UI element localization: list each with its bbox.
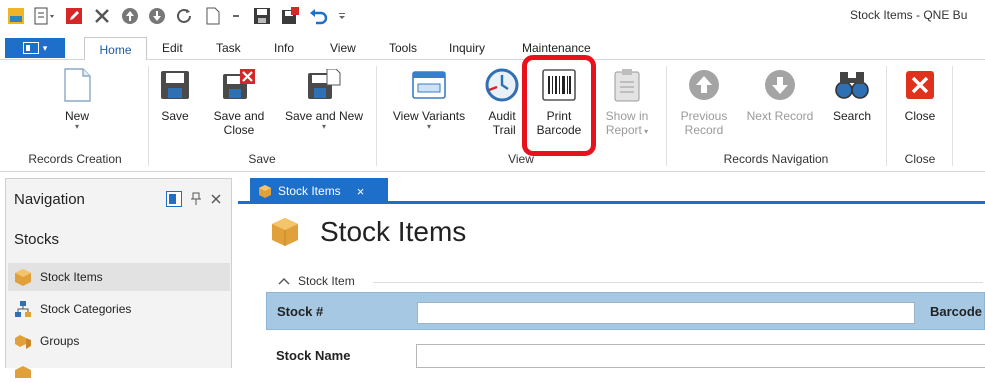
print-barcode-highlight (522, 55, 596, 156)
stock-name-label: Stock Name (276, 348, 351, 363)
dropdown-icon[interactable] (229, 5, 243, 27)
tab-tools[interactable]: Tools (389, 41, 417, 55)
document-icon[interactable] (32, 5, 56, 27)
quick-access-toolbar: Stock Items - QNE Bu (0, 0, 985, 32)
save-new-dropdown-icon: ▾ (321, 122, 326, 131)
close-button[interactable]: Close (898, 68, 942, 123)
save-and-new-button[interactable]: Save and New ▾ (280, 68, 368, 131)
section-divider (373, 282, 983, 283)
refresh-icon[interactable] (174, 5, 196, 27)
undo-icon[interactable] (308, 5, 330, 27)
app-menu-button[interactable]: ▾ (5, 38, 65, 58)
box-icon (272, 218, 298, 246)
navigation-section-stocks: Stocks (14, 231, 60, 248)
group-separator (952, 66, 953, 166)
group-label-close: Close (904, 152, 936, 166)
tab-inquiry[interactable]: Inquiry (449, 41, 485, 55)
groups-icon (15, 335, 31, 349)
group-label-save: Save (248, 152, 276, 166)
save-close-icon (222, 68, 256, 102)
group-label-records-creation: Records Creation (28, 152, 122, 166)
save-icon[interactable] (252, 5, 272, 27)
tab-maintenance[interactable]: Maintenance (522, 41, 591, 55)
ribbon: New ▾ Save Save and Close Save and New ▾ … (0, 60, 985, 172)
document-area: Stock Items × Stock Items Stock Item Sto… (238, 178, 985, 368)
tab-view[interactable]: View (330, 41, 356, 55)
tab-info[interactable]: Info (274, 41, 294, 55)
hierarchy-icon (15, 301, 31, 317)
stock-no-input[interactable] (417, 302, 915, 324)
tab-task[interactable]: Task (216, 41, 241, 55)
close-icon (903, 68, 937, 102)
customize-qat-icon[interactable] (335, 5, 349, 27)
pane-layout-icon[interactable] (166, 191, 182, 210)
previous-record-button[interactable]: Previous Record (676, 68, 732, 137)
navigation-title: Navigation (14, 191, 85, 208)
next-arrow-icon (763, 68, 797, 102)
stock-name-row: Stock Name (266, 338, 985, 368)
view-variants-dropdown-icon: ▾ (426, 122, 431, 131)
group-separator (666, 66, 667, 166)
view-variants-icon (412, 68, 446, 102)
save-icon (158, 68, 192, 102)
group-separator (148, 66, 149, 166)
down-icon[interactable] (147, 5, 167, 27)
save-and-close-button[interactable]: Save and Close (208, 68, 270, 137)
document-tab-strip: Stock Items × (238, 178, 985, 204)
up-icon[interactable] (120, 5, 140, 27)
nav-item-stock-categories[interactable]: Stock Categories (8, 295, 230, 323)
save-new-icon (307, 68, 341, 102)
navigation-controls (166, 191, 222, 210)
new-button[interactable]: New ▾ (58, 68, 96, 131)
chevron-up-icon (278, 278, 290, 285)
group-label-records-navigation: Records Navigation (723, 152, 829, 166)
view-variants-button[interactable]: View Variants ▾ (386, 68, 472, 131)
close-icon[interactable] (92, 5, 112, 27)
audit-trail-icon (485, 68, 519, 102)
tab-edit[interactable]: Edit (162, 41, 183, 55)
group-separator (886, 66, 887, 166)
ribbon-tab-strip: ▾ Home Edit Task Info View Tools Inquiry… (0, 32, 985, 61)
audit-trail-button[interactable]: Audit Trail (482, 68, 522, 137)
app-logo-icon (6, 5, 26, 27)
box-icon (15, 269, 31, 286)
tab-close-icon[interactable]: × (357, 184, 365, 199)
save-close-icon[interactable] (280, 5, 300, 27)
nav-item-groups[interactable]: Groups (8, 327, 230, 355)
stock-name-input[interactable] (416, 344, 985, 368)
previous-arrow-icon (687, 68, 721, 102)
tab-home[interactable]: Home (84, 37, 147, 61)
nav-item-stock-items[interactable]: Stock Items (8, 263, 230, 291)
edit-icon[interactable] (64, 5, 84, 27)
document-tab-stock-items[interactable]: Stock Items × (250, 178, 388, 204)
page-title: Stock Items (270, 216, 466, 248)
section-stock-item[interactable]: Stock Item (278, 274, 355, 288)
app-menu-icon (22, 42, 39, 54)
stock-no-label: Stock # (277, 304, 324, 319)
box-icon (259, 185, 271, 198)
binoculars-icon (835, 68, 869, 102)
new-page-icon[interactable] (203, 5, 223, 27)
save-button[interactable]: Save (158, 68, 192, 123)
pin-icon[interactable] (190, 192, 202, 209)
window-title: Stock Items - QNE Bu (850, 8, 968, 22)
search-button[interactable]: Search (826, 68, 878, 123)
group-separator (376, 66, 377, 166)
nav-item-partial[interactable] (8, 357, 230, 385)
new-dropdown-icon: ▾ (74, 122, 79, 131)
close-pane-icon[interactable] (210, 193, 222, 208)
new-document-icon (60, 68, 94, 102)
item-icon (15, 366, 31, 378)
show-in-report-button[interactable]: Show in Report ▾ (600, 68, 654, 139)
stock-no-row: Stock # Barcode (266, 292, 985, 330)
navigation-pane: Navigation Stocks Stock Items Stock Cate… (5, 178, 232, 378)
barcode-label: Barcode (930, 304, 983, 319)
clipboard-icon (610, 68, 644, 102)
next-record-button[interactable]: Next Record (742, 68, 818, 123)
